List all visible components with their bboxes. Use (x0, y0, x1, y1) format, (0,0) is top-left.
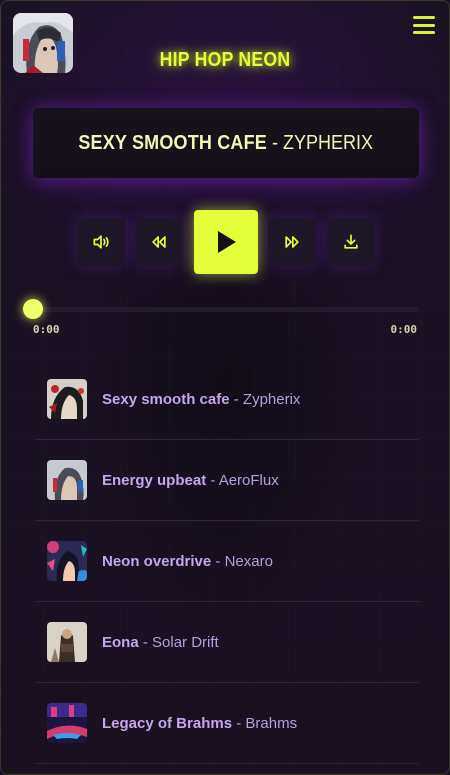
download-icon (344, 234, 358, 249)
track-art-icon (47, 622, 87, 662)
track-separator: - (232, 714, 246, 732)
download-button[interactable] (327, 218, 375, 266)
fast-forward-button[interactable] (268, 218, 316, 266)
play-button[interactable] (194, 210, 258, 274)
track-thumbnail (47, 379, 87, 419)
track-separator: - (211, 552, 225, 570)
volume-button[interactable] (77, 218, 125, 266)
menu-line (413, 31, 435, 34)
track-name: Legacy of Brahms (102, 714, 233, 732)
duration-time: 0:00 (390, 323, 418, 336)
track-name: Eona (102, 633, 139, 651)
now-playing-text: SEXY SMOOTH CAFE - ZYPHERIX (79, 132, 374, 155)
track-name: Energy upbeat (102, 471, 207, 489)
track-artist: Nexaro (224, 552, 273, 570)
track-text: Legacy of Brahms - Brahms (102, 715, 297, 732)
track-art-icon (47, 460, 87, 500)
now-playing-artist: ZYPHERIX (283, 131, 374, 154)
menu-line (413, 23, 435, 27)
rewind-icon (152, 236, 166, 248)
now-playing-title: SEXY SMOOTH CAFE (78, 131, 268, 154)
track-text: Energy upbeat - AeroFlux (102, 472, 279, 489)
progress-knob[interactable] (23, 299, 43, 319)
track-thumbnail (47, 622, 87, 662)
playlist-item[interactable]: Eona - Solar Drift (35, 602, 419, 683)
menu-line (413, 16, 435, 19)
track-separator: - (229, 390, 243, 408)
playback-controls (1, 210, 449, 274)
page-title: HIP HOP NEON (159, 49, 291, 71)
track-artist: AeroFlux (218, 471, 279, 489)
play-icon (218, 231, 236, 253)
track-thumbnail (47, 460, 87, 500)
playlist-item[interactable]: Legacy of Brahms - Brahms (35, 683, 419, 764)
playlist-item[interactable]: Neon overdrive - Nexaro (35, 521, 419, 602)
hamburger-menu-icon[interactable] (413, 16, 435, 34)
track-name: Sexy smooth cafe (102, 390, 230, 408)
fast-forward-icon (285, 236, 299, 248)
player-window: HIP HOP NEON SEXY SMOOTH CAFE - ZYPHERIX (0, 0, 450, 775)
current-time: 0:00 (33, 323, 60, 336)
track-text: Eona - Solar Drift (102, 634, 219, 651)
playlist-item[interactable]: Sexy smooth cafe - Zypherix (35, 359, 419, 440)
track-separator: - (138, 633, 153, 651)
track-art-icon (47, 379, 87, 419)
track-thumbnail (47, 703, 87, 743)
track-art-icon (47, 541, 87, 581)
track-thumbnail (47, 541, 87, 581)
track-text: Neon overdrive - Nexaro (102, 553, 273, 570)
playlist-item[interactable]: Energy upbeat - AeroFlux (35, 440, 419, 521)
playlist: Sexy smooth cafe - Zypherix Energy upbea… (35, 359, 419, 764)
rewind-button[interactable] (135, 218, 183, 266)
volume-icon (93, 235, 109, 249)
track-text: Sexy smooth cafe - Zypherix (102, 391, 300, 408)
now-playing-separator: - (267, 131, 284, 154)
progress-bar[interactable] (33, 307, 419, 312)
track-separator: - (206, 471, 219, 489)
track-artist: Solar Drift (152, 633, 219, 651)
track-artist: Brahms (245, 714, 298, 732)
track-artist: Zypherix (242, 390, 301, 408)
now-playing-panel: SEXY SMOOTH CAFE - ZYPHERIX (33, 108, 419, 178)
track-name: Neon overdrive (102, 552, 212, 570)
track-art-icon (47, 703, 87, 743)
